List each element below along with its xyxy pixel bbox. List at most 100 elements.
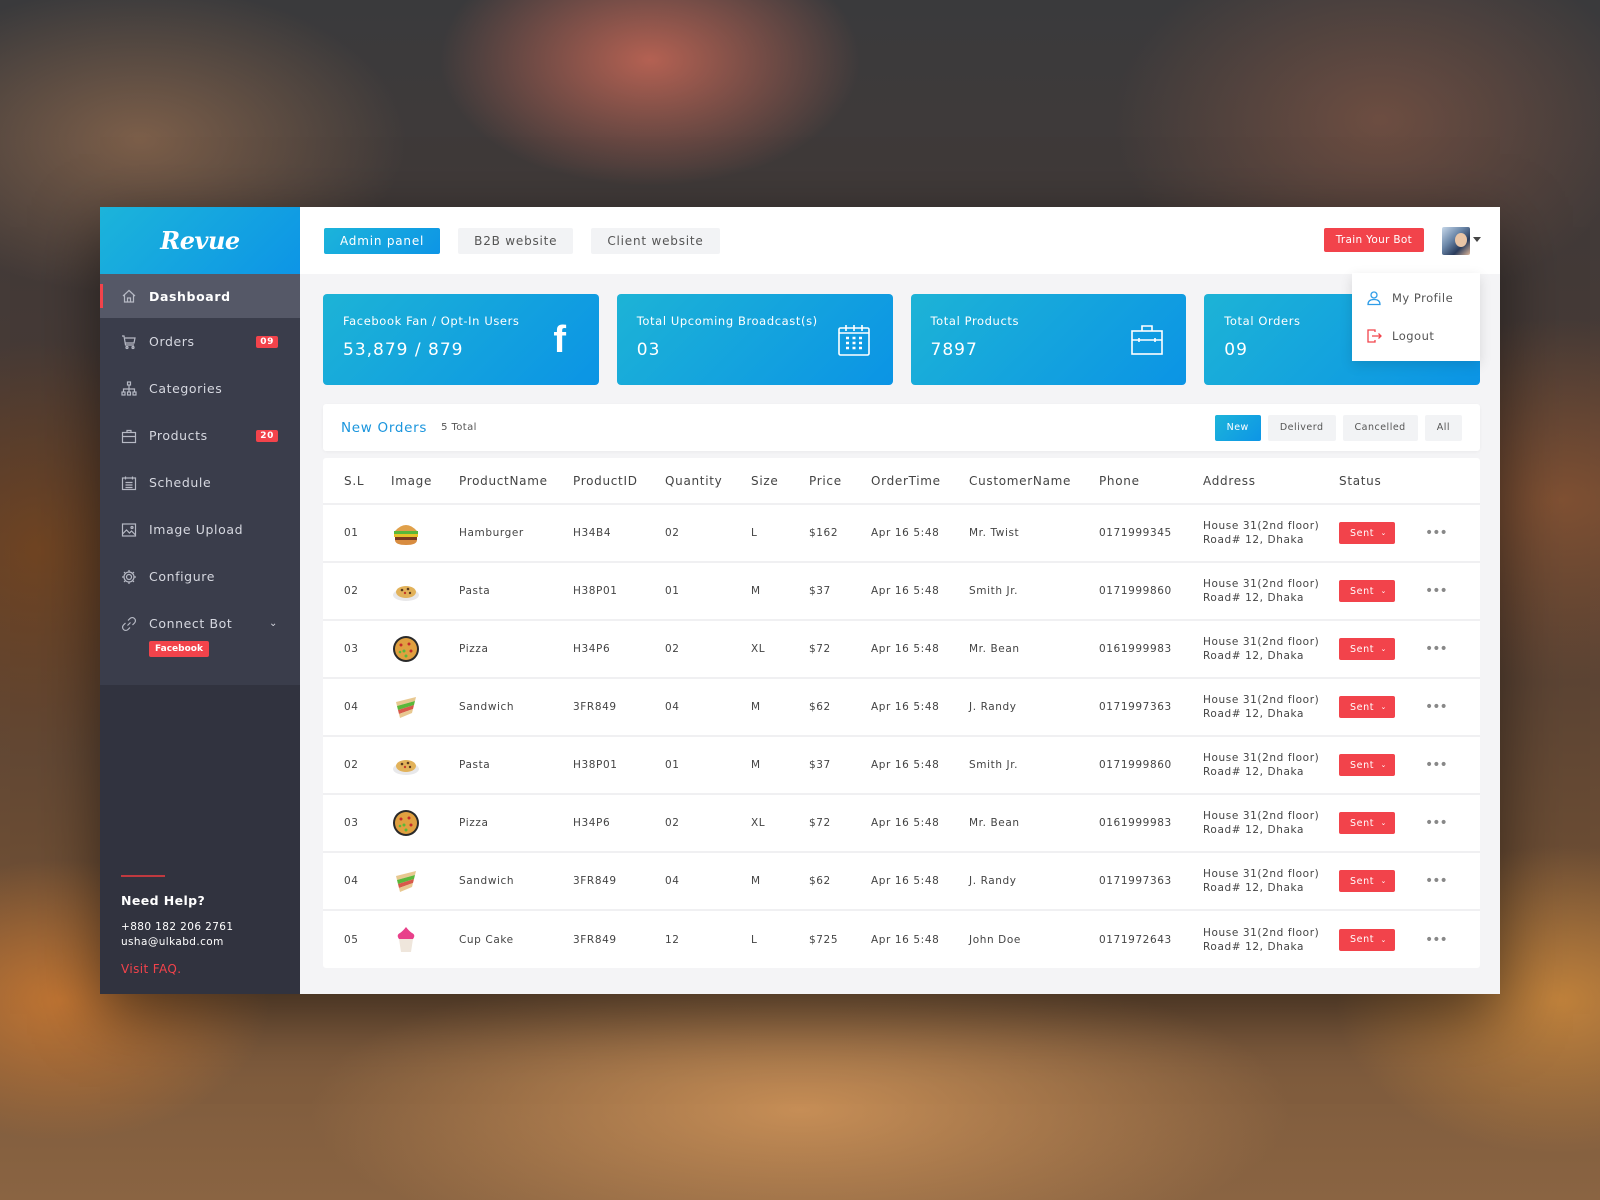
table-row[interactable]: 04 Sandwich 3FR849 04 M $62 Apr 16 5:48 …: [323, 678, 1480, 737]
table-row[interactable]: 02 Pasta H38P01 01 M $37 Apr 16 5:48 Smi…: [323, 562, 1480, 621]
tab-client-website[interactable]: Client website: [591, 227, 720, 254]
chevron-down-icon: ⌄: [1380, 819, 1387, 827]
avatar[interactable]: [1442, 227, 1470, 255]
address-line-2: Road# 12, Dhaka: [1203, 824, 1305, 836]
menu-item-logout[interactable]: Logout: [1352, 317, 1480, 355]
filter-cancelled[interactable]: Cancelled: [1342, 414, 1418, 441]
column-header[interactable]: S.L: [323, 458, 391, 505]
more-options-icon[interactable]: •••: [1425, 641, 1448, 657]
cell-status: Sent ⌄: [1339, 504, 1425, 563]
more-options-icon[interactable]: •••: [1425, 873, 1448, 889]
help-email[interactable]: usha@ulkabd.com: [121, 935, 233, 950]
sidebar-item-orders[interactable]: Orders 09: [100, 318, 300, 365]
sandwich-image: [391, 866, 421, 896]
more-options-icon[interactable]: •••: [1425, 932, 1448, 948]
column-header[interactable]: Quantity: [665, 458, 751, 505]
cell-customer: J. Randy: [969, 852, 1099, 911]
table-row[interactable]: 03 Pizza H34P6 02 XL $72 Apr 16 5:48 Mr.…: [323, 620, 1480, 679]
column-header[interactable]: Phone: [1099, 458, 1203, 505]
sidebar-item-image-upload[interactable]: Image Upload: [100, 506, 300, 553]
address-line-2: Road# 12, Dhaka: [1203, 534, 1305, 546]
cell-price: $37: [809, 562, 871, 621]
status-dropdown[interactable]: Sent ⌄: [1339, 870, 1395, 892]
train-your-bot-button[interactable]: Train Your Bot: [1323, 228, 1424, 252]
more-options-icon[interactable]: •••: [1425, 757, 1448, 773]
sidebar-nav: Dashboard Orders 09 Categories Products …: [100, 274, 300, 657]
cell-image: [391, 736, 459, 795]
image-icon: [121, 522, 137, 538]
briefcase-icon: [121, 428, 137, 444]
status-dropdown[interactable]: Sent ⌄: [1339, 754, 1395, 776]
cell-size: XL: [751, 620, 809, 679]
cell-status: Sent ⌄: [1339, 620, 1425, 679]
filter-all[interactable]: All: [1424, 414, 1462, 441]
sidebar-item-dashboard[interactable]: Dashboard: [100, 274, 300, 318]
column-header[interactable]: CustomerName: [969, 458, 1099, 505]
stat-card-facebook-users[interactable]: Facebook Fan / Opt-In Users 53,879 / 879…: [323, 294, 599, 385]
status-label: Sent: [1350, 875, 1375, 887]
sidebar-item-configure[interactable]: Configure: [100, 553, 300, 600]
brand-name: Revue: [160, 226, 240, 255]
orders-count-badge: 09: [256, 335, 278, 348]
cell-size: L: [751, 504, 809, 563]
help-divider: [121, 875, 165, 877]
cell-quantity: 02: [665, 504, 751, 563]
sidebar-item-schedule[interactable]: Schedule: [100, 459, 300, 506]
status-dropdown[interactable]: Sent ⌄: [1339, 522, 1395, 544]
sidebar-item-products[interactable]: Products 20: [100, 412, 300, 459]
stat-card-broadcasts[interactable]: Total Upcoming Broadcast(s) 03: [616, 294, 893, 385]
table-row[interactable]: 04 Sandwich 3FR849 04 M $62 Apr 16 5:48 …: [323, 852, 1480, 911]
pasta-image: [391, 750, 421, 780]
cell-status: Sent ⌄: [1339, 910, 1425, 968]
tab-admin-panel[interactable]: Admin panel: [324, 227, 441, 254]
column-header[interactable]: Image: [391, 458, 459, 505]
more-options-icon[interactable]: •••: [1425, 699, 1448, 715]
link-icon: [121, 616, 137, 632]
cell-status: Sent ⌄: [1339, 678, 1425, 737]
more-options-icon[interactable]: •••: [1425, 525, 1448, 541]
status-dropdown[interactable]: Sent ⌄: [1339, 928, 1395, 951]
pizza-image: [391, 634, 421, 664]
visit-faq-link[interactable]: Visit FAQ.: [121, 962, 233, 976]
cell-phone: 0171999345: [1099, 504, 1203, 563]
menu-item-my-profile[interactable]: My Profile: [1352, 279, 1480, 317]
column-header[interactable]: Status: [1339, 458, 1425, 505]
more-options-icon[interactable]: •••: [1425, 815, 1448, 831]
cell-sl: 03: [323, 620, 391, 679]
table-row[interactable]: 01 Hamburger H34B4 02 L $162 Apr 16 5:48…: [323, 504, 1480, 563]
more-options-icon[interactable]: •••: [1425, 583, 1448, 599]
cell-image: [391, 794, 459, 853]
column-header[interactable]: ProductName: [459, 458, 573, 505]
cell-price: $162: [809, 504, 871, 563]
column-header[interactable]: Price: [809, 458, 871, 505]
sidebar-item-connect-bot[interactable]: Connect Bot ⌄: [100, 600, 300, 647]
sidebar-item-categories[interactable]: Categories: [100, 365, 300, 412]
status-dropdown[interactable]: Sent ⌄: [1339, 580, 1395, 602]
address-line-2: Road# 12, Dhaka: [1203, 592, 1305, 604]
column-header[interactable]: ProductID: [573, 458, 665, 505]
chevron-down-icon[interactable]: ⌄: [269, 618, 278, 629]
status-label: Sent: [1350, 643, 1375, 655]
column-header[interactable]: OrderTime: [871, 458, 969, 505]
table-row[interactable]: 05 Cup Cake 3FR849 12 L $725 Apr 16 5:48…: [323, 910, 1480, 968]
brand-logo[interactable]: Revue: [100, 207, 300, 274]
cell-order-time: Apr 16 5:48: [871, 678, 969, 737]
stat-card-products[interactable]: Total Products 7897: [910, 294, 1187, 385]
tab-b2b-website[interactable]: B2B website: [458, 227, 574, 254]
filter-new[interactable]: New: [1214, 414, 1261, 441]
caret-down-icon[interactable]: [1473, 237, 1481, 242]
table-row[interactable]: 03 Pizza H34P6 02 XL $72 Apr 16 5:48 Mr.…: [323, 794, 1480, 853]
column-header[interactable]: Address: [1203, 458, 1339, 505]
cell-sl: 02: [323, 562, 391, 621]
column-header[interactable]: Size: [751, 458, 809, 505]
status-dropdown[interactable]: Sent ⌄: [1339, 812, 1395, 834]
filter-delivered[interactable]: Deliverd: [1267, 414, 1336, 441]
table-row[interactable]: 02 Pasta H38P01 01 M $37 Apr 16 5:48 Smi…: [323, 736, 1480, 795]
cell-image: [391, 910, 459, 968]
chevron-down-icon: ⌄: [1380, 529, 1387, 537]
cell-actions: •••: [1425, 504, 1480, 563]
status-dropdown[interactable]: Sent ⌄: [1339, 638, 1395, 660]
help-phone: +880 182 206 2761: [121, 921, 234, 933]
cell-phone: 0161999983: [1099, 620, 1203, 679]
status-dropdown[interactable]: Sent ⌄: [1339, 696, 1395, 718]
